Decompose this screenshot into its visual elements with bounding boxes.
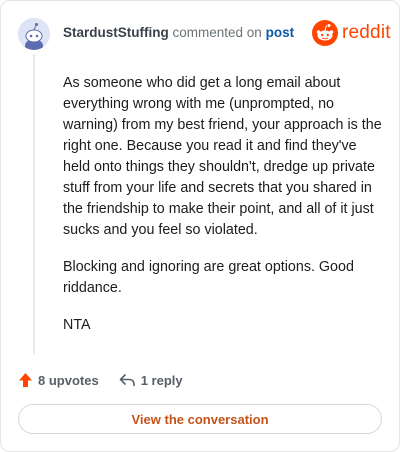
avatar[interactable] — [18, 18, 50, 50]
upvote-button[interactable]: 8 upvotes — [18, 372, 99, 388]
comment-paragraph: As someone who did get a long email abou… — [63, 75, 382, 238]
snoo-avatar-icon — [18, 18, 50, 50]
upvote-count: 8 upvotes — [38, 372, 99, 388]
reply-arrow-icon — [119, 374, 135, 387]
comment-header: StardustStuffing commented on post — [63, 25, 294, 40]
comment-paragraph: NTA — [63, 317, 91, 333]
thread-line — [33, 54, 35, 354]
reddit-snoo-icon — [312, 20, 338, 46]
reddit-logo[interactable]: reddit — [312, 19, 391, 47]
username-link[interactable]: StardustStuffing — [63, 25, 169, 40]
reply-button[interactable]: 1 reply — [119, 373, 183, 388]
reply-count: 1 reply — [140, 372, 183, 388]
header-action-text: commented on — [172, 25, 262, 40]
upvote-arrow-icon — [19, 373, 32, 387]
view-conversation-button[interactable]: View the conversation — [18, 404, 382, 434]
reddit-wordmark: reddit — [342, 22, 391, 43]
embedded-comment-card: StardustStuffing commented on post reddi… — [0, 0, 400, 452]
comment-body: As someone who did get a long email abou… — [63, 73, 383, 352]
comment-paragraph: Blocking and ignoring are great options.… — [63, 259, 354, 296]
post-link[interactable]: post — [266, 25, 295, 40]
comment-actions: 8 upvotes 1 reply — [18, 370, 183, 390]
